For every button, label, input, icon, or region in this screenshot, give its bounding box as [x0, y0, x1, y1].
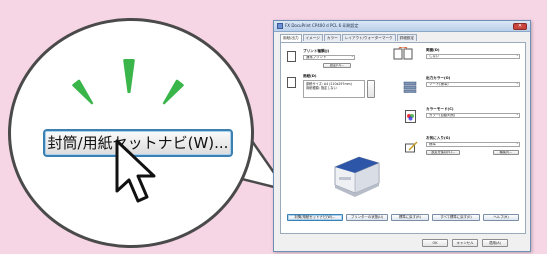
restore-all-button[interactable]: すべて標準に戻す(E) — [432, 214, 480, 221]
tab-layout-watermark[interactable]: レイアウト/ウォーターマーク — [341, 34, 396, 41]
print-settings-dialog: FX DocuPrint CP400 d PCL 6 印刷設定 ✕ 用紙/出力 … — [273, 20, 531, 252]
favorites-icon — [405, 141, 418, 153]
tab-advanced[interactable]: 詳細設定 — [396, 34, 417, 41]
printer-status-button[interactable]: プリンターの状態(U) — [346, 214, 388, 221]
title-bar: FX DocuPrint CP400 d PCL 6 印刷設定 — [274, 21, 530, 32]
printer-app-icon — [277, 23, 283, 29]
favorites-select[interactable]: 標準 — [426, 142, 520, 147]
help-button[interactable]: ヘルプ(H) — [483, 214, 519, 221]
dialog-title: FX DocuPrint CP400 d PCL 6 印刷設定 — [285, 23, 359, 28]
output-color-label: 出力カラー(O) — [426, 76, 451, 80]
close-button[interactable]: ✕ — [513, 23, 527, 30]
settings-panel: プリント種類(J) 通常プリント 設定(O)... 用紙(D) 原稿サイズ: A… — [280, 42, 526, 234]
tab-color[interactable]: カラー — [323, 34, 341, 41]
mouse-cursor-icon — [115, 139, 156, 203]
highlight-spark-center — [123, 59, 135, 93]
highlight-spark-right — [159, 79, 184, 107]
job-type-select[interactable]: 通常プリント — [303, 55, 355, 60]
printer-illustration — [334, 156, 380, 197]
stack-icon — [403, 81, 417, 93]
apply-button[interactable]: 適用(A) — [482, 239, 508, 247]
output-color-select[interactable]: ソート(標準) — [426, 82, 520, 87]
save-favorite-button[interactable]: 設定を保存(S)... — [426, 150, 460, 155]
duplex-select[interactable]: しない — [426, 54, 520, 59]
tab-paper-output[interactable]: 用紙/出力 — [280, 34, 302, 42]
job-settings-button[interactable]: 設定(O)... — [323, 63, 351, 68]
restore-standard-button[interactable]: 標準に戻す(R) — [391, 214, 429, 221]
color-mode-select[interactable]: カラー(自動判別) — [426, 113, 520, 118]
favorites-label: お気に入り(G) — [426, 136, 451, 140]
color-mode-label: カラーモード(C) — [426, 107, 454, 111]
ok-button[interactable]: OK — [422, 239, 448, 247]
paper-icon — [287, 77, 296, 88]
tab-strip: 用紙/出力 イメージ カラー レイアウト/ウォーターマーク 詳細設定 — [280, 34, 418, 42]
edit-favorite-button[interactable]: 編集(I)... — [493, 150, 519, 155]
paper-summary-box[interactable]: 原稿サイズ: A4 (210x297mm) 用紙種類: 指定しない — [303, 80, 365, 98]
envelope-paper-nav-button[interactable]: 封筒/用紙セットナビ(W)... — [287, 214, 343, 221]
document-icon — [287, 51, 296, 62]
tab-image[interactable]: イメージ — [302, 34, 323, 41]
highlight-spark-left — [71, 79, 96, 107]
cancel-button[interactable]: キャンセル — [452, 239, 478, 247]
duplex-icon — [393, 47, 413, 60]
paper-label: 用紙(D) — [303, 74, 317, 78]
paper-dropdown-button[interactable] — [367, 80, 375, 98]
job-type-label: プリント種類(J) — [303, 49, 330, 53]
color-mode-icon — [405, 110, 416, 123]
duplex-label: 両面(D) — [426, 48, 440, 52]
paper-type-line: 用紙種類: 指定しない — [306, 86, 337, 90]
magnifier-circle: 封筒/用紙セットナビ(W)... — [8, 18, 254, 248]
